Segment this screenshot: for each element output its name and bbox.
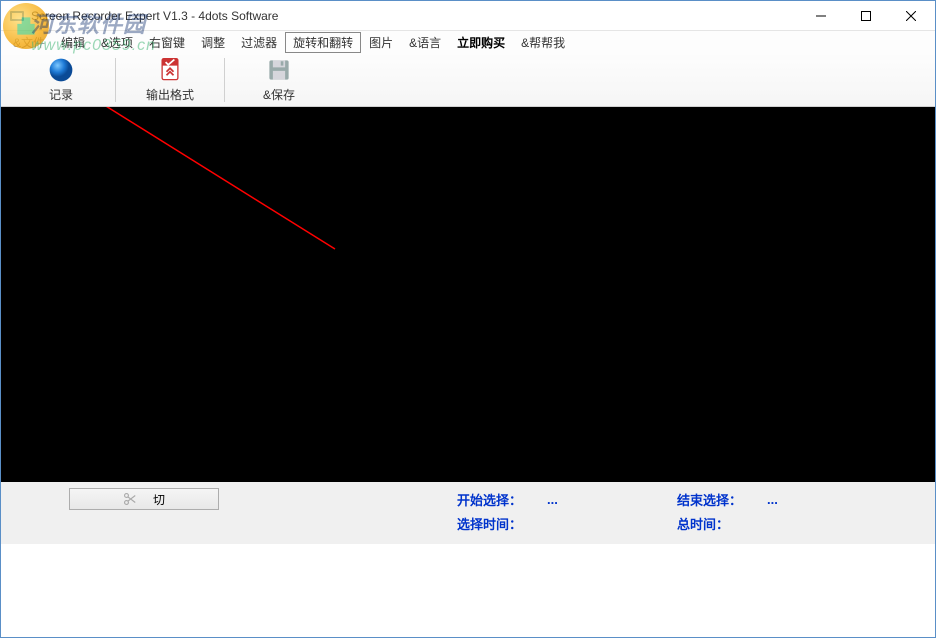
- preview-area: [1, 107, 935, 482]
- record-label: 记录: [49, 86, 73, 103]
- record-button[interactable]: 记录: [11, 55, 111, 105]
- menu-file[interactable]: &文件: [5, 32, 53, 53]
- app-icon: [9, 8, 25, 24]
- menu-image[interactable]: 图片: [361, 32, 401, 53]
- toolbar: 记录 输出格式 &保存: [1, 53, 935, 107]
- cut-label: 切: [153, 491, 165, 508]
- output-format-icon: [156, 56, 184, 84]
- end-selection-value: ...: [767, 492, 847, 507]
- end-selection-label: 结束选择：: [677, 490, 767, 509]
- menu-adjust[interactable]: 调整: [193, 32, 233, 53]
- scissors-icon: [123, 492, 137, 506]
- menu-language[interactable]: &语言: [401, 32, 449, 53]
- menu-hotkeys[interactable]: 右窗键: [141, 32, 193, 53]
- menu-help[interactable]: &帮帮我: [513, 32, 573, 53]
- minimize-button[interactable]: [798, 1, 843, 30]
- bottom-panel: 切 开始选择： ... 结束选择： ... 选择时间：: [1, 482, 935, 544]
- menu-filters[interactable]: 过滤器: [233, 32, 285, 53]
- save-label: &保存: [263, 86, 295, 103]
- window-title: Screen Recorder Expert V1.3 - 4dots Soft…: [31, 9, 798, 23]
- menu-buy-now[interactable]: 立即购买: [449, 32, 513, 53]
- output-format-button[interactable]: 输出格式: [120, 55, 220, 105]
- total-time-label: 总时间：: [677, 514, 767, 533]
- title-bar: Screen Recorder Expert V1.3 - 4dots Soft…: [1, 1, 935, 31]
- output-format-label: 输出格式: [146, 86, 194, 103]
- close-button[interactable]: [888, 1, 933, 30]
- annotation-arrow-icon: [1, 107, 935, 482]
- cut-button[interactable]: 切: [69, 488, 219, 510]
- save-button[interactable]: &保存: [229, 55, 329, 105]
- selection-time-label: 选择时间：: [457, 514, 547, 533]
- app-window: 河东软件园 www.pc0359.cn Screen Recorder Expe…: [0, 0, 936, 638]
- menu-bar: &文件 编辑 &选项 右窗键 调整 过滤器 旋转和翻转 图片 &语言 立即购买 …: [1, 31, 935, 53]
- toolbar-separator: [224, 58, 225, 102]
- start-selection-label: 开始选择：: [457, 490, 547, 509]
- save-icon: [265, 56, 293, 84]
- toolbar-separator: [115, 58, 116, 102]
- start-selection-value: ...: [547, 492, 627, 507]
- menu-edit[interactable]: 编辑: [53, 32, 93, 53]
- record-icon: [47, 56, 75, 84]
- menu-rotate[interactable]: 旋转和翻转: [285, 32, 361, 53]
- menu-options[interactable]: &选项: [93, 32, 141, 53]
- maximize-button[interactable]: [843, 1, 888, 30]
